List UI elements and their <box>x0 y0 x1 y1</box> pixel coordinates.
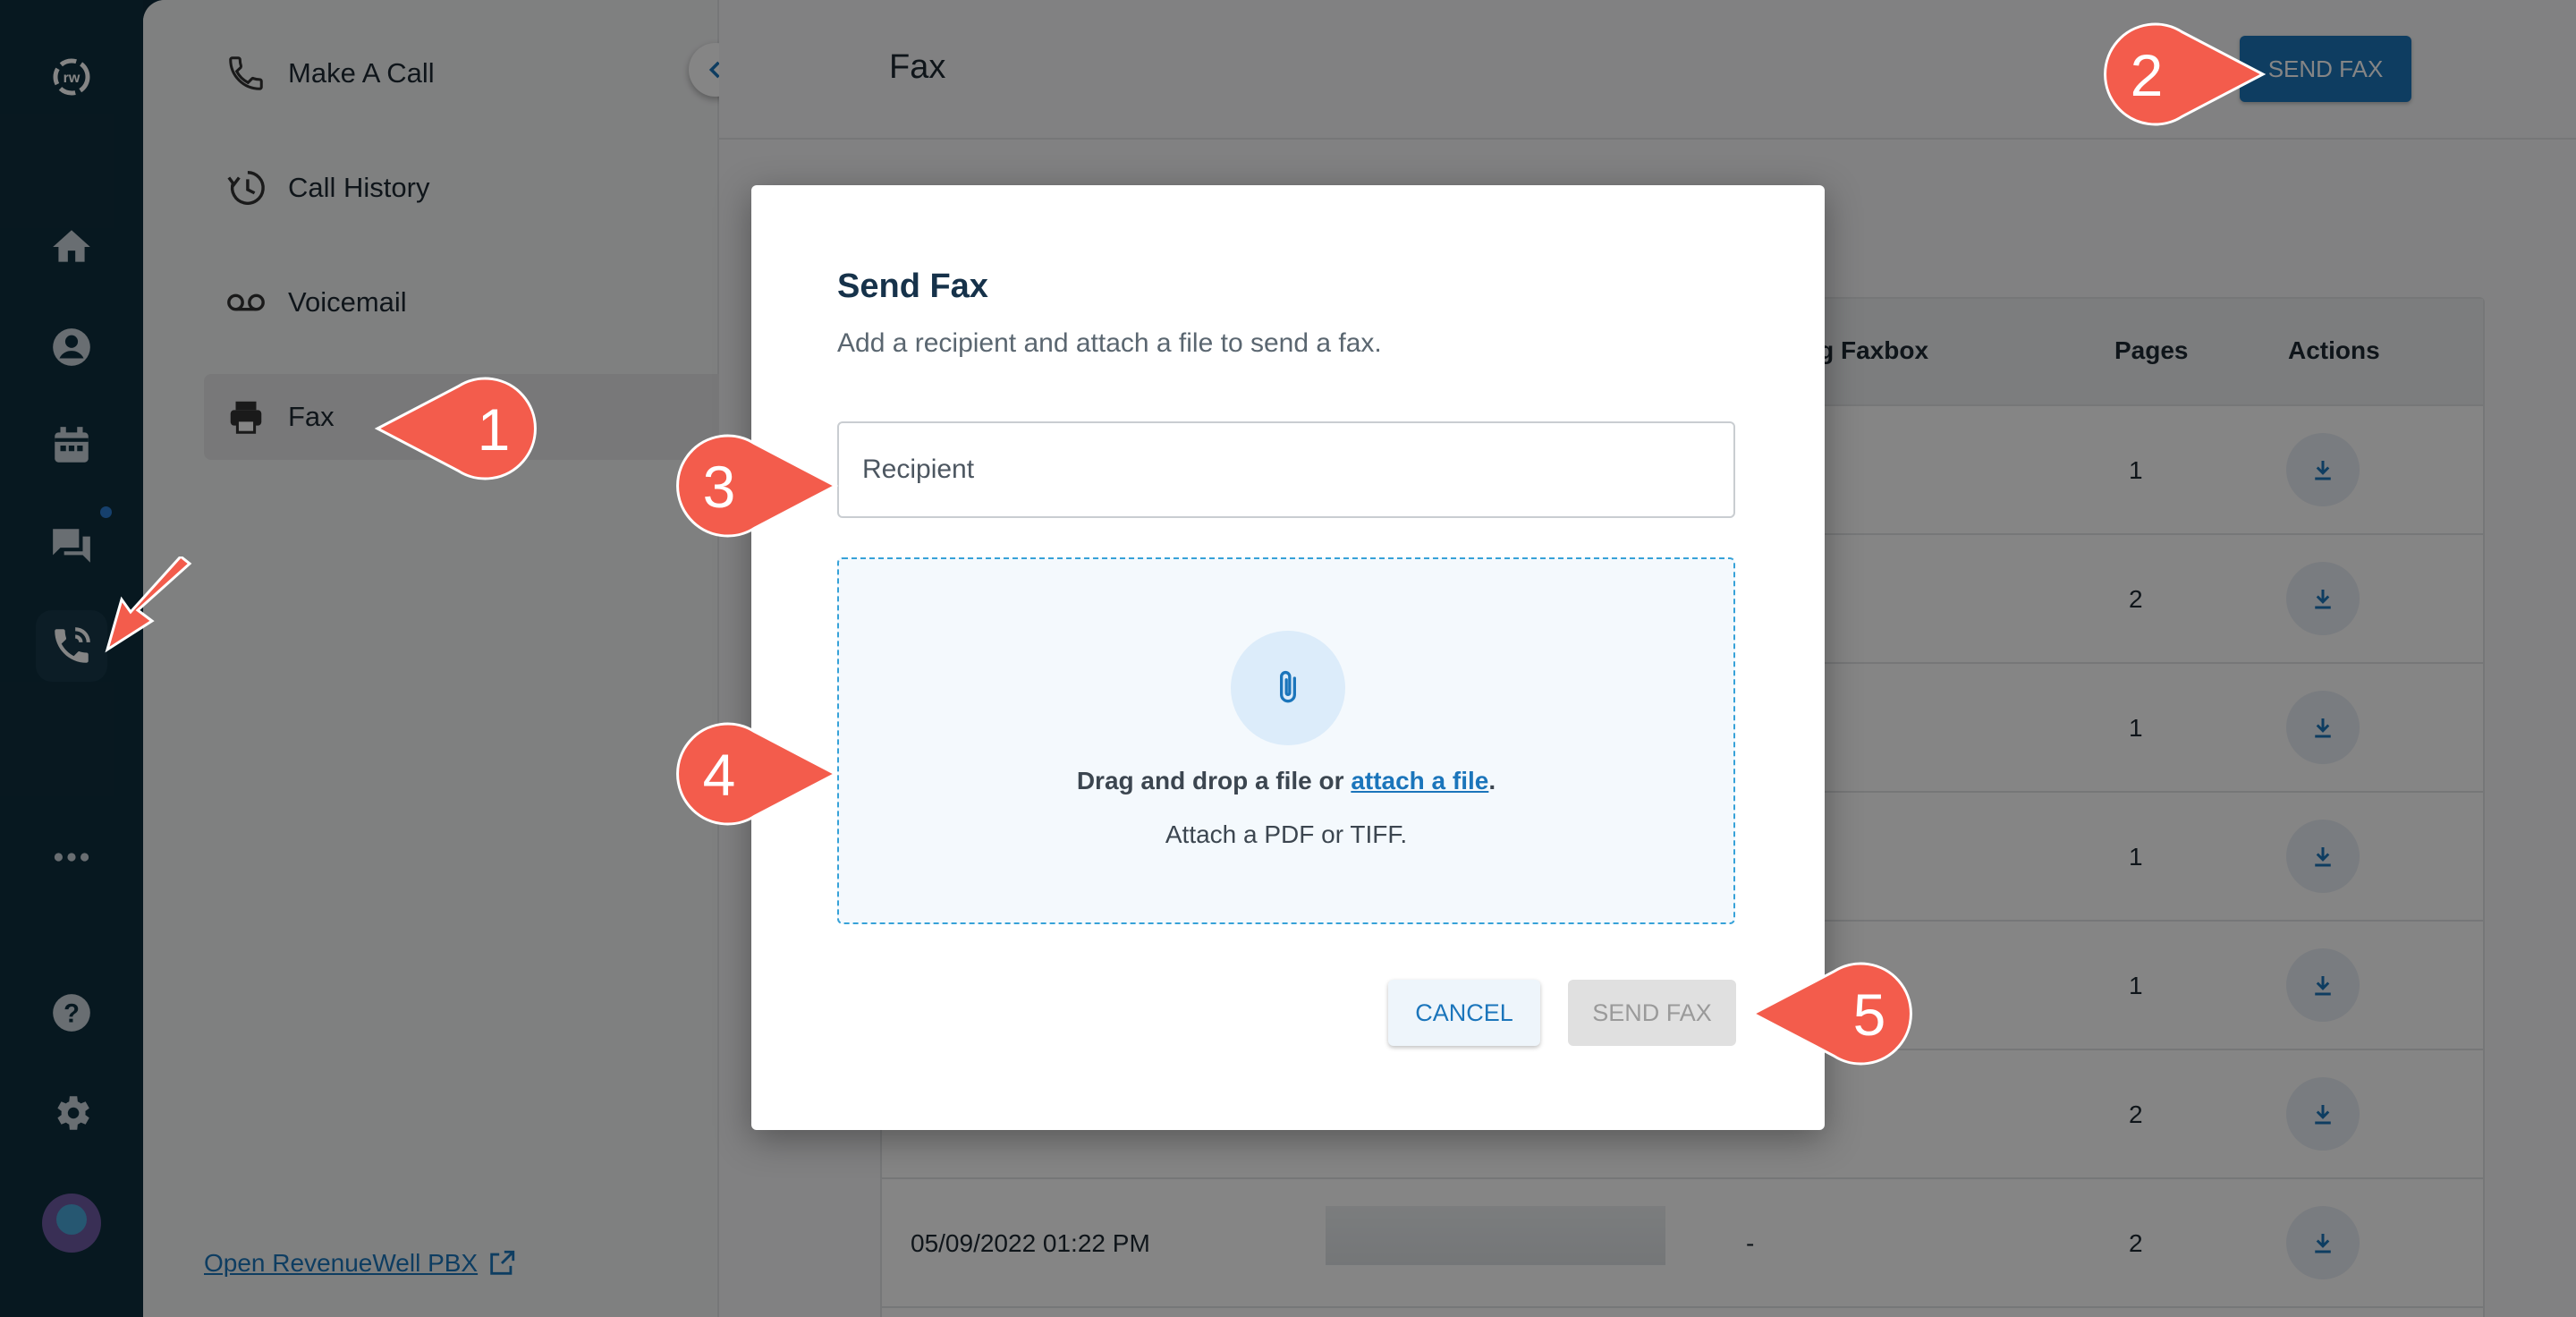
callout-4-number: 4 <box>703 742 736 808</box>
attach-file-link[interactable]: attach a file <box>1351 767 1488 794</box>
annotation-arrow <box>105 557 192 653</box>
recipient-input[interactable] <box>837 421 1735 518</box>
drop-text: Drag and drop a file or <box>1076 767 1352 794</box>
callout-1: 1 <box>374 377 537 480</box>
send-fax-dialog: Send Fax Add a recipient and attach a fi… <box>751 185 1825 1130</box>
file-type-hint: Attach a PDF or TIFF. <box>1165 820 1408 848</box>
dialog-title: Send Fax <box>837 268 988 305</box>
cancel-button[interactable]: CANCEL <box>1388 980 1540 1046</box>
dialog-subtitle: Add a recipient and attach a file to sen… <box>837 328 1382 358</box>
attachment-icon-circle <box>1231 631 1345 745</box>
drop-end: . <box>1488 767 1496 794</box>
drop-instruction: Drag and drop a file or attach a file. <box>839 767 1733 795</box>
callout-1-number: 1 <box>478 396 511 463</box>
callout-2: 2 <box>2104 22 2267 126</box>
callout-4: 4 <box>676 722 839 826</box>
callout-5: 5 <box>1750 962 1912 1066</box>
file-drop-zone[interactable]: Drag and drop a file or attach a file. A… <box>837 557 1735 924</box>
callout-2-number: 2 <box>2131 42 2164 108</box>
paperclip-icon <box>1280 671 1296 703</box>
callout-3-number: 3 <box>703 454 736 520</box>
callout-3: 3 <box>676 434 839 538</box>
callout-5-number: 5 <box>1853 981 1886 1048</box>
send-fax-submit-button[interactable]: SEND FAX <box>1568 980 1736 1046</box>
